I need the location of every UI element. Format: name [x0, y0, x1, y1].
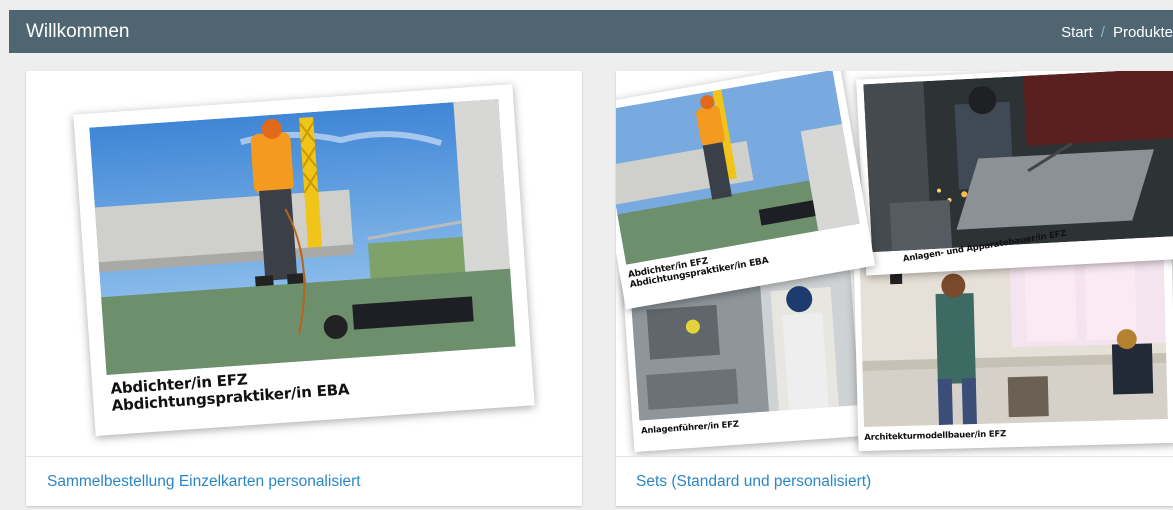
- metalworker-photo: [863, 71, 1173, 253]
- breadcrumb-current: Produkte: [1112, 24, 1173, 41]
- postcard-photo-architekturmodellbauer: Architekturmodellbauer/in EFZ: [853, 246, 1173, 452]
- sets-link[interactable]: Sets (Standard und personalisiert): [636, 473, 871, 491]
- card-image[interactable]: Abdichter/in EFZ Abdichtungspraktiker/in…: [26, 71, 582, 456]
- postcard-photo-apparatebauer: Anlagen- und Apparatebauer/in EFZ: [856, 71, 1173, 276]
- product-card-einzelkarten[interactable]: Abdichter/in EFZ Abdichtungspraktiker/in…: [26, 71, 582, 506]
- card-footer: Sammelbestellung Einzelkarten personalis…: [26, 456, 582, 507]
- card-image[interactable]: Anlagenführer/in EFZ Architekturmodellba…: [616, 71, 1173, 456]
- einzelkarten-link[interactable]: Sammelbestellung Einzelkarten personalis…: [47, 473, 361, 491]
- breadcrumb-separator: /: [1100, 24, 1105, 41]
- roofer-photo-small: [616, 71, 860, 265]
- model-builder-photo: [859, 253, 1168, 427]
- card-footer: Sets (Standard und personalisiert): [616, 456, 1173, 507]
- photo-caption: Architekturmodellbauer/in EFZ: [864, 429, 1007, 443]
- breadcrumb-start-link[interactable]: Start: [1061, 24, 1093, 41]
- product-card-sets[interactable]: Anlagenführer/in EFZ Architekturmodellba…: [616, 71, 1173, 506]
- roofer-photo: [89, 99, 516, 376]
- page-header: Willkommen Start / Produkte: [9, 10, 1173, 53]
- photo-caption: Anlagenführer/in EFZ: [640, 419, 740, 437]
- postcard-photo-abdichter: Abdichter/in EFZ Abdichtungspraktiker/in…: [73, 84, 535, 436]
- page-title: Willkommen: [26, 21, 130, 42]
- breadcrumb: Start / Produkte: [1061, 24, 1173, 42]
